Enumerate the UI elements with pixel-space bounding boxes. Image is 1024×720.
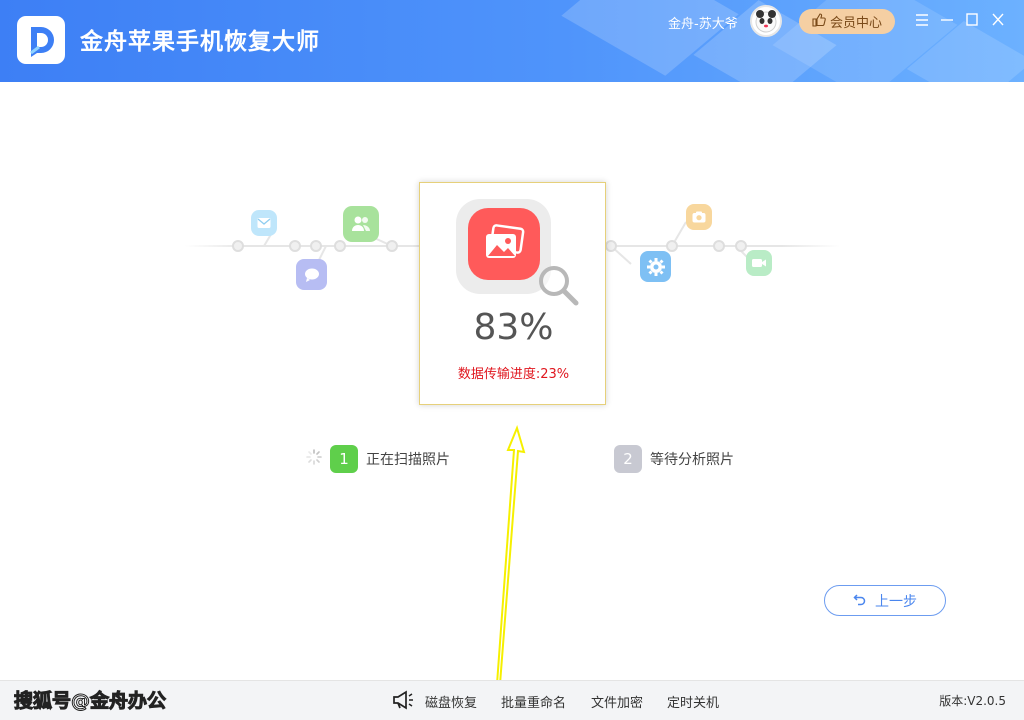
app-window: 金舟苹果手机恢复大师 金舟-苏大爷 会员中心 83% 数据传输进度:23% 1 … [0,0,1024,720]
magnifier-icon [536,263,582,313]
user-name[interactable]: 金舟-苏大爷 [668,13,738,32]
timeline-node [334,240,346,252]
previous-step-label: 上一步 [875,593,917,610]
timeline-node [232,240,244,252]
loading-spinner-icon [306,449,322,469]
version-label: 版本:V2.0.5 [939,694,1006,708]
timeline-node [310,240,322,252]
previous-step-button[interactable]: 上一步 [824,585,946,616]
step-analyze-photos: 2 等待分析照片 [614,445,734,473]
footer-disk-recovery[interactable]: 磁盘恢复 [425,692,477,711]
footer-file-encryption[interactable]: 文件加密 [591,692,643,711]
camera-icon [686,204,712,230]
maximize-icon[interactable] [962,10,982,30]
scan-percent: 83% [473,307,554,348]
watermark-text: 搜狐号@金舟办公 [13,690,167,713]
contacts-icon [343,206,379,242]
close-icon[interactable] [988,10,1008,30]
timeline-node [289,240,301,252]
menu-icon[interactable] [912,10,932,30]
photos-icon [468,208,540,280]
minimize-icon[interactable] [937,10,957,30]
step-label-2: 等待分析照片 [650,452,734,468]
avatar[interactable] [750,5,782,37]
step-number-1: 1 [330,445,358,473]
scan-progress-card: 83% 数据传输进度:23% [419,182,606,405]
app-logo [17,16,65,64]
transfer-progress-label: 数据传输进度:23% [457,367,570,382]
video-icon [746,250,772,276]
thumbs-up-icon [812,12,826,31]
step-scan-photos: 1 正在扫描照片 [306,445,450,473]
step-number-2: 2 [614,445,642,473]
timeline-node [386,240,398,252]
timeline-node [666,240,678,252]
member-center-label: 会员中心 [829,16,882,31]
footer-scheduled-shutdown[interactable]: 定时关机 [667,692,719,711]
timeline-node [735,240,747,252]
megaphone-icon [392,690,414,714]
undo-arrow-icon [853,592,867,610]
annotation-arrow [495,424,526,685]
title-bar: 金舟苹果手机恢复大师 金舟-苏大爷 会员中心 [0,0,1024,82]
settings-icon [640,251,671,282]
message-icon [296,259,327,290]
footer-batch-rename[interactable]: 批量重命名 [501,692,566,711]
app-title: 金舟苹果手机恢复大师 [80,29,320,55]
footer-bar: 搜狐号@金舟办公 磁盘恢复 批量重命名 文件加密 定时关机 版本:V2.0.5 [0,680,1024,720]
member-center-button[interactable]: 会员中心 [799,9,895,34]
timeline-node [605,240,617,252]
step-label-1: 正在扫描照片 [366,452,450,468]
mail-icon [251,210,277,236]
timeline-node [713,240,725,252]
